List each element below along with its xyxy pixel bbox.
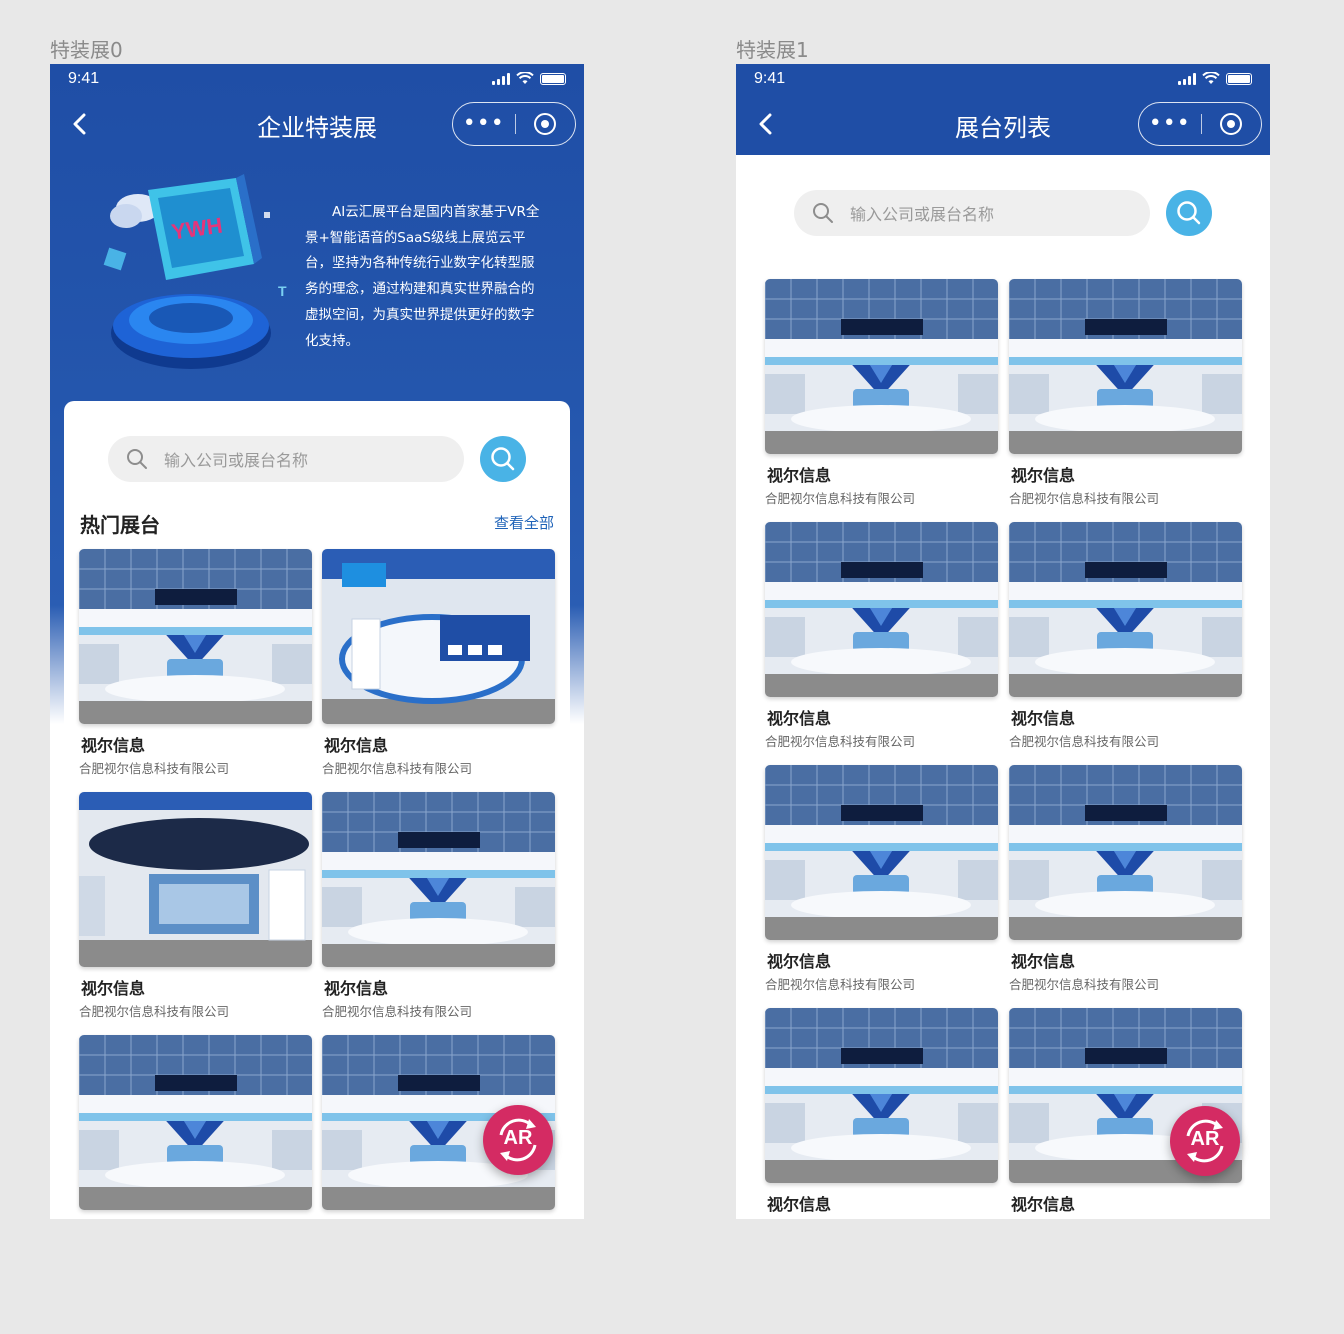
ar-label: AR: [1190, 1128, 1220, 1150]
close-capsule-button[interactable]: [1201, 113, 1261, 135]
booth-name: 视尔信息: [1011, 709, 1076, 728]
search-icon: [813, 203, 833, 223]
booth-thumbnail: [79, 549, 312, 724]
artboard-label-0: 特装展0: [50, 38, 123, 62]
nav-bar: 企业特装展 •••: [50, 94, 584, 154]
booth-company: 合肥视尔信息科技有限公司: [1009, 977, 1160, 992]
booth-name: 视尔信息: [81, 979, 146, 998]
status-bar: 9:41: [50, 64, 584, 94]
booth-name: 视尔信息: [81, 736, 146, 755]
booth-card[interactable]: 视尔信息合肥视尔信息科技有限公司: [1009, 522, 1242, 750]
artboard-label-1: 特装展1: [736, 38, 809, 62]
back-arrow-icon[interactable]: [66, 110, 94, 138]
nav-bar: 展台列表 •••: [736, 94, 1270, 154]
platform-intro-text: AI云汇展平台是国内首家基于VR全景+智能语音的SaaS级线上展览云平台，坚持为…: [305, 204, 540, 349]
booth-name: 视尔信息: [324, 736, 389, 755]
signal-icon: [492, 73, 510, 85]
search-icon: [1177, 201, 1201, 225]
booth-name: 视尔信息: [767, 709, 832, 728]
platform-logo-illustration: YWH T: [103, 174, 287, 369]
hot-booths-header: 热门展台 查看全部: [80, 509, 554, 537]
booth-company: 合肥视尔信息科技有限公司: [1009, 734, 1160, 749]
record-circle-icon: [534, 113, 557, 135]
booth-card[interactable]: 视尔信息合肥视尔信息科技有限公司: [765, 279, 998, 507]
booth-thumbnail: [1009, 279, 1242, 454]
signal-icon: [1178, 73, 1196, 85]
status-time: 9:41: [754, 70, 786, 87]
wifi-icon: [1202, 72, 1220, 84]
section-title: 热门展台: [80, 513, 160, 537]
close-capsule-button[interactable]: [515, 113, 575, 135]
booth-company: 合肥视尔信息科技有限公司: [79, 1004, 230, 1019]
search-icon: [127, 449, 147, 469]
booth-company: 合肥视尔信息科技有限公司: [765, 977, 916, 992]
booth-thumbnail: [79, 792, 312, 967]
svg-text:T: T: [278, 283, 287, 299]
more-dots-icon[interactable]: •••: [453, 113, 515, 135]
status-bar: 9:41: [736, 64, 1270, 94]
search-placeholder: 输入公司或展台名称: [164, 451, 309, 470]
search-placeholder: 输入公司或展台名称: [850, 205, 995, 224]
booth-thumbnail: [79, 1035, 312, 1210]
booth-card[interactable]: 视尔信息合肥视尔信息科技有限公司: [765, 765, 998, 993]
booth-card[interactable]: 视尔信息合肥视尔信息科技有限公司: [1009, 765, 1242, 993]
booth-name: 视尔信息: [767, 1195, 832, 1214]
booth-company: 合肥视尔信息科技有限公司: [765, 491, 916, 506]
booth-name: 视尔信息: [1011, 1195, 1076, 1214]
booth-name: 视尔信息: [1011, 952, 1076, 971]
search-button[interactable]: [1166, 190, 1212, 236]
booth-thumbnail: [322, 549, 555, 724]
booth-card[interactable]: 视尔信息合肥视尔信息科技有限公司: [765, 1008, 998, 1219]
booth-name: 视尔信息: [81, 1218, 312, 1219]
battery-icon: [540, 73, 566, 85]
booth-company: 合肥视尔信息科技有限公司: [79, 761, 230, 776]
booth-name: 视尔信息: [767, 952, 832, 971]
mini-program-capsule: •••: [452, 102, 576, 146]
phone-screen-enterprise-expo: 9:41 企业特装展 ••• YWH T AI云汇展平台是国内首家基于VR全景+…: [50, 64, 584, 1219]
content-card: 输入公司或展台名称 热门展台 查看全部 视尔信息 合肥视尔信息科技有限公司 视尔信息…: [64, 401, 570, 1219]
search-button[interactable]: [480, 436, 526, 482]
search-icon: [491, 447, 515, 471]
booth-thumbnail: [765, 279, 998, 454]
booth-thumbnail: [765, 1008, 998, 1183]
booth-card[interactable]: 视尔信息合肥视尔信息科技有限公司: [322, 792, 555, 1020]
view-all-link[interactable]: 查看全部: [494, 512, 554, 533]
booth-thumbnail: [322, 792, 555, 967]
booth-name: 视尔信息: [324, 979, 389, 998]
booth-company: 合肥视尔信息科技有限公司: [1009, 1217, 1242, 1219]
battery-icon: [1226, 73, 1252, 85]
booth-thumbnail: [1009, 522, 1242, 697]
search-row: 输入公司或展台名称: [794, 190, 1212, 236]
booth-name: 视尔信息: [767, 466, 832, 485]
search-input[interactable]: 输入公司或展台名称: [794, 190, 1150, 236]
booth-card[interactable]: 视尔信息合肥视尔信息科技有限公司: [1009, 279, 1242, 507]
booth-card[interactable]: 视尔信息合肥视尔信息科技有限公司: [322, 549, 555, 777]
booth-thumbnail: [765, 765, 998, 940]
booth-company: 合肥视尔信息科技有限公司: [322, 761, 473, 776]
ar-label: AR: [503, 1127, 533, 1149]
ar-button[interactable]: AR: [1170, 1106, 1240, 1176]
search-input[interactable]: 输入公司或展台名称: [108, 436, 464, 482]
booth-thumbnail: [1009, 765, 1242, 940]
wifi-icon: [516, 72, 534, 84]
booth-thumbnail: [765, 522, 998, 697]
ar-button[interactable]: AR: [483, 1105, 553, 1175]
more-dots-icon[interactable]: •••: [1139, 113, 1201, 135]
booth-company: 合肥视尔信息科技有限公司: [322, 1004, 473, 1019]
booth-name: 视尔信息: [324, 1218, 555, 1219]
booth-company: 合肥视尔信息科技有限公司: [765, 734, 916, 749]
booth-card[interactable]: 视尔信息合肥视尔信息科技有限公司: [79, 1035, 312, 1219]
phone-screen-booth-list: 9:41 展台列表 ••• 输入公司或展台名称 视尔信息 合肥视尔信息科技有限公司…: [736, 64, 1270, 1219]
mini-program-capsule: •••: [1138, 102, 1262, 146]
booth-company: 合肥视尔信息科技有限公司: [1009, 491, 1160, 506]
search-row: 输入公司或展台名称: [108, 436, 526, 482]
booth-company: 合肥视尔信息科技有限公司: [765, 1217, 998, 1219]
booth-card[interactable]: 视尔信息合肥视尔信息科技有限公司: [79, 792, 312, 1020]
booth-name: 视尔信息: [1011, 466, 1076, 485]
booth-card[interactable]: 视尔信息合肥视尔信息科技有限公司: [79, 549, 312, 777]
back-arrow-icon[interactable]: [752, 110, 780, 138]
record-circle-icon: [1220, 113, 1243, 135]
booth-card[interactable]: 视尔信息合肥视尔信息科技有限公司: [765, 522, 998, 750]
status-time: 9:41: [68, 70, 100, 87]
